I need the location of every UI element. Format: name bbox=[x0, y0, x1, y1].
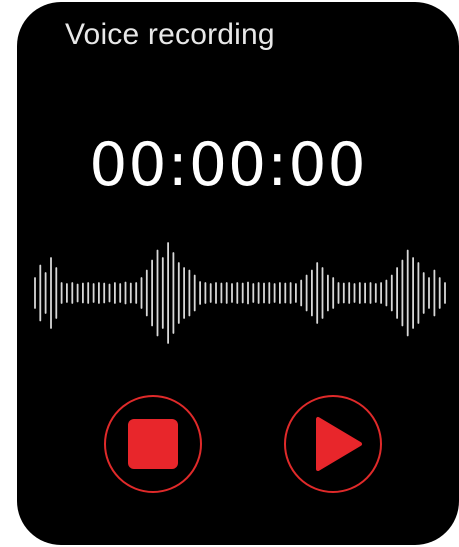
stop-icon bbox=[128, 419, 178, 469]
app-title: Voice recording bbox=[65, 18, 275, 51]
audio-waveform bbox=[34, 242, 446, 344]
stop-button[interactable] bbox=[104, 395, 202, 493]
play-icon bbox=[316, 417, 362, 471]
play-button[interactable] bbox=[284, 395, 382, 493]
watch-screen: Voice recording 00:00:00 bbox=[17, 2, 459, 545]
recording-timer: 00:00:00 bbox=[89, 130, 367, 200]
